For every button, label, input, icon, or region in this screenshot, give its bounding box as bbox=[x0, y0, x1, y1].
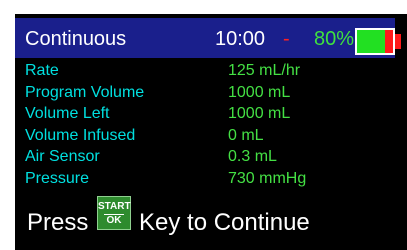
parameter-row-rate: Rate 125 mL/hr bbox=[25, 60, 395, 82]
parameter-row-air-sensor: Air Sensor 0.3 mL bbox=[25, 146, 395, 168]
alert-marker: - bbox=[283, 28, 290, 50]
clock-time: 10:00 bbox=[215, 28, 266, 50]
parameter-value: 125 mL/hr bbox=[228, 62, 301, 79]
infusion-mode: Continuous bbox=[25, 28, 127, 50]
infusion-pump-display-frame: Continuous 10:00 - 80% Rate 125 mL/hr Pr… bbox=[0, 0, 407, 250]
parameter-value: 0.3 mL bbox=[228, 148, 277, 166]
parameter-label: Pressure bbox=[25, 169, 90, 187]
parameter-value: 0 mL bbox=[228, 126, 264, 144]
parameter-value: 1000 mL bbox=[228, 105, 291, 123]
parameter-label: Volume Left bbox=[25, 105, 110, 123]
battery-low-segment bbox=[385, 30, 393, 53]
parameter-label: Rate bbox=[25, 62, 59, 79]
battery-fill bbox=[357, 30, 385, 53]
battery-icon bbox=[355, 28, 401, 55]
parameter-label: Volume Infused bbox=[25, 126, 136, 144]
parameter-value: 730 mmHg bbox=[228, 169, 307, 187]
prompt-prefix: Press bbox=[27, 209, 89, 236]
battery-terminal bbox=[395, 34, 401, 49]
parameter-value: 1000 mL bbox=[228, 83, 291, 101]
prompt-suffix: Key to Continue bbox=[139, 209, 310, 236]
parameter-row-program-volume: Program Volume 1000 mL bbox=[25, 82, 395, 104]
parameter-label: Air Sensor bbox=[25, 148, 100, 166]
parameter-row-volume-left: Volume Left 1000 mL bbox=[25, 103, 395, 125]
key-label-start: START bbox=[98, 201, 131, 212]
key-label-ok: OK bbox=[104, 214, 124, 227]
start-ok-key-icon[interactable]: START OK bbox=[97, 196, 131, 230]
pump-screen: Continuous 10:00 - 80% Rate 125 mL/hr Pr… bbox=[15, 14, 407, 250]
parameter-list: Rate 125 mL/hr Program Volume 1000 mL Vo… bbox=[25, 60, 395, 190]
instruction-prompt: Press START OK Key to Continue bbox=[27, 196, 397, 240]
parameter-label: Program Volume bbox=[25, 83, 145, 101]
status-bar: Continuous 10:00 - 80% bbox=[15, 18, 401, 58]
parameter-row-pressure: Pressure 730 mmHg bbox=[25, 168, 395, 190]
parameter-row-volume-infused: Volume Infused 0 mL bbox=[25, 125, 395, 147]
battery-percent: 80% bbox=[314, 28, 355, 50]
